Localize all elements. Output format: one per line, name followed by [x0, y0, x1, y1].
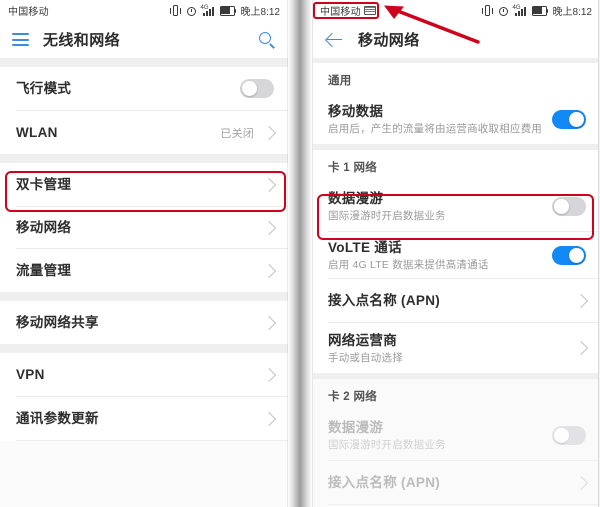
left-status-bar: 中国移动 4G 晚上8:12 — [0, 0, 288, 21]
section-general: 通用 移动数据 启用后，产生的流量将由运营商收取相应费用 — [312, 63, 600, 144]
chevron-right-icon — [261, 125, 277, 140]
alarm-icon — [186, 5, 197, 16]
volte-call-toggle[interactable] — [552, 245, 586, 265]
row-divider — [16, 440, 288, 441]
chevron-right-icon — [573, 475, 589, 490]
row-label: 数据漫游 — [328, 419, 384, 435]
row-label: 移动网络共享 — [16, 315, 99, 330]
chevron-right-icon — [573, 293, 589, 308]
row-label: 接入点名称 (APN) — [328, 293, 441, 308]
chevron-right-icon — [261, 315, 277, 330]
carrier-name-left: 中国移动 — [8, 7, 49, 18]
row-label: WLAN — [16, 125, 58, 140]
chevron-right-icon — [573, 340, 589, 356]
row-label: 飞行模式 — [16, 81, 72, 96]
row-label: 双卡管理 — [16, 177, 72, 192]
right-page-title: 移动网络 — [358, 32, 420, 49]
left-settings-list: 飞行模式 WLAN 已关闭 双卡管理 移动网络 流量管理 移动网络共享 VPN … — [0, 58, 288, 441]
list-gap — [0, 292, 288, 301]
right-phone-panel: 中国移动 4G 晚上8:12 移动网络 通用 移动数据 启用后，产生的流量将由运… — [312, 0, 600, 507]
row-apn-sim2: 接入点名称 (APN) — [312, 461, 600, 504]
section-sim2-network: 卡 2 网络 数据漫游 国际漫游时开启数据业务 接入点名称 (APN) — [312, 379, 600, 507]
chevron-right-icon — [261, 411, 277, 426]
carrier-label-right: 中国移动 — [320, 3, 376, 18]
row-data-roaming-sim1[interactable]: 数据漫游 国际漫游时开启数据业务 — [312, 181, 600, 231]
list-gap — [0, 154, 288, 163]
row-airplane-mode[interactable]: 飞行模式 — [0, 67, 288, 110]
screenshot-stage: 中国移动 4G 晚上8:12 无线和网络 飞行模式 WLAN 已关闭 双卡管理 … — [0, 0, 600, 507]
row-sublabel: 国际漫游时开启数据业务 — [328, 209, 446, 222]
row-label: 移动数据 — [328, 103, 384, 119]
alarm-icon — [498, 5, 509, 16]
left-phone-panel: 中国移动 4G 晚上8:12 无线和网络 飞行模式 WLAN 已关闭 双卡管理 … — [0, 0, 288, 507]
row-apn-sim1[interactable]: 接入点名称 (APN) — [312, 279, 600, 322]
left-group-misc: VPN 通讯参数更新 — [0, 353, 288, 441]
chevron-right-icon — [261, 220, 277, 235]
clock-left: 晚上8:12 — [240, 7, 280, 18]
left-app-bar: 无线和网络 — [0, 21, 288, 58]
row-volte-call[interactable]: VoLTE 通话 启用 4G LTE 数据来提供高清通话 — [312, 232, 600, 278]
row-dual-sim-management[interactable]: 双卡管理 — [0, 163, 288, 206]
status-icons-right: 4G 晚上8:12 — [481, 3, 592, 18]
row-label: 网络运营商 — [328, 332, 397, 348]
section-header-general: 通用 — [312, 63, 600, 94]
row-mobile-network[interactable]: 移动网络 — [0, 207, 288, 248]
row-wlan[interactable]: WLAN 已关闭 — [0, 111, 288, 154]
row-label: 通讯参数更新 — [16, 411, 99, 426]
row-label: 流量管理 — [16, 263, 72, 278]
back-arrow-icon[interactable] — [324, 30, 344, 50]
left-group-tethering: 移动网络共享 — [0, 301, 288, 344]
row-data-roaming-sim2: 数据漫游 国际漫游时开启数据业务 — [312, 410, 600, 460]
signal-4g-icon: 4G — [513, 5, 528, 16]
left-group-network: 双卡管理 移动网络 流量管理 — [0, 163, 288, 292]
battery-icon — [219, 5, 237, 16]
row-label: 移动网络 — [16, 220, 72, 235]
right-app-bar: 移动网络 — [312, 21, 600, 58]
panel-gutter — [288, 0, 312, 507]
signal-4g-icon: 4G — [201, 5, 216, 16]
row-vpn[interactable]: VPN — [0, 353, 288, 396]
status-icons-left: 4G 晚上8:12 — [169, 3, 280, 18]
row-sublabel: 启用 4G LTE 数据来提供高清通话 — [328, 258, 489, 271]
battery-icon — [531, 5, 549, 16]
row-network-operator-sim1[interactable]: 网络运营商 手动或自动选择 — [312, 323, 600, 373]
row-label: 接入点名称 (APN) — [328, 475, 441, 490]
left-page-title: 无线和网络 — [43, 32, 121, 49]
data-roaming-sim1-toggle[interactable] — [552, 196, 586, 216]
wlan-status-value: 已关闭 — [220, 127, 254, 140]
row-label: VoLTE 通话 — [328, 239, 402, 255]
vibrate-icon — [169, 5, 182, 16]
row-mobile-data[interactable]: 移动数据 启用后，产生的流量将由运营商收取相应费用 — [312, 94, 600, 144]
row-label: 数据漫游 — [328, 190, 384, 206]
left-group-connectivity: 飞行模式 WLAN 已关闭 — [0, 67, 288, 154]
clock-right: 晚上8:12 — [552, 7, 592, 18]
mobile-data-toggle[interactable] — [552, 109, 586, 129]
search-icon[interactable] — [258, 31, 276, 49]
row-sublabel: 启用后，产生的流量将由运营商收取相应费用 — [328, 122, 542, 135]
vibrate-icon — [481, 5, 494, 16]
carrier-label-left: 中国移动 — [8, 3, 49, 18]
section-sim1-network: 卡 1 网络 数据漫游 国际漫游时开启数据业务 VoLTE 通话 启用 4G L… — [312, 150, 600, 373]
chevron-right-icon — [261, 177, 277, 192]
list-gap — [0, 344, 288, 353]
data-roaming-sim2-toggle — [552, 425, 586, 445]
volte-badge-icon — [363, 6, 376, 15]
section-header-sim1: 卡 1 网络 — [312, 150, 600, 181]
row-label: VPN — [16, 367, 45, 382]
row-sublabel: 手动或自动选择 — [328, 351, 403, 364]
chevron-right-icon — [261, 367, 277, 382]
row-sublabel: 国际漫游时开启数据业务 — [328, 438, 446, 451]
chevron-right-icon — [261, 263, 277, 278]
airplane-mode-toggle[interactable] — [240, 79, 274, 98]
right-status-bar: 中国移动 4G 晚上8:12 — [312, 0, 600, 21]
section-header-sim2: 卡 2 网络 — [312, 379, 600, 410]
carrier-name-right: 中国移动 — [320, 7, 361, 18]
mobile-network-list: 通用 移动数据 启用后，产生的流量将由运营商收取相应费用 卡 1 网络 数据漫游… — [312, 58, 600, 507]
row-mobile-network-sharing[interactable]: 移动网络共享 — [0, 301, 288, 344]
hamburger-menu-icon[interactable] — [12, 33, 29, 46]
list-gap — [0, 58, 288, 67]
row-comm-params-update[interactable]: 通讯参数更新 — [0, 397, 288, 440]
row-data-usage[interactable]: 流量管理 — [0, 249, 288, 292]
